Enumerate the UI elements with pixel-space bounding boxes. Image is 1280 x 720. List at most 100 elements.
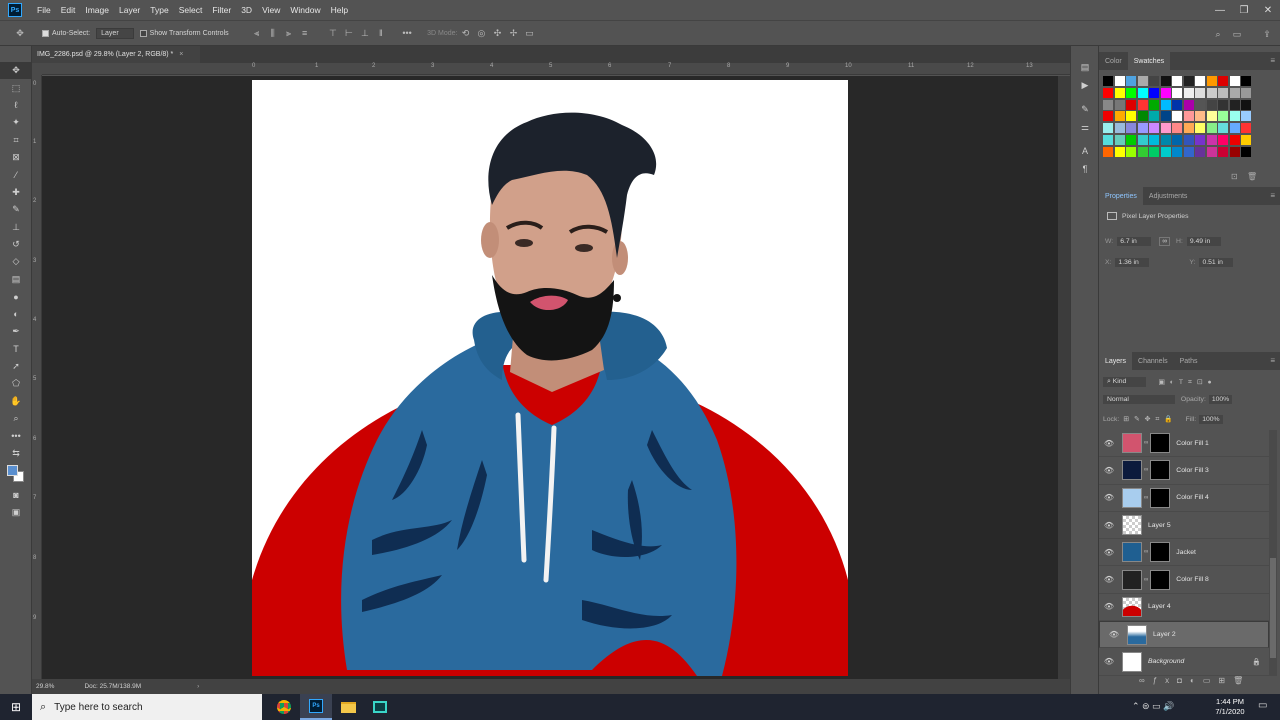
align-bottom-icon[interactable]: ⊥ <box>359 27 371 39</box>
shape-tool-icon[interactable]: ⬠ <box>0 375 32 392</box>
dodge-tool-icon[interactable]: ◐ <box>0 305 32 322</box>
swatch[interactable] <box>1195 146 1205 157</box>
layer-mask-thumbnail[interactable] <box>1150 569 1171 590</box>
actions-play-icon[interactable]: ▶ <box>1071 76 1099 94</box>
system-tray-icons[interactable]: ⌃ ⊜ ▭ 🔊 <box>1132 701 1174 712</box>
swatch[interactable] <box>1183 146 1194 157</box>
color-swatch-icon[interactable] <box>0 462 32 486</box>
y-field[interactable]: 0.51 in <box>1199 258 1234 267</box>
blur-tool-icon[interactable]: ● <box>0 288 32 305</box>
menu-view[interactable]: View <box>257 5 285 15</box>
swatch[interactable] <box>1229 99 1240 110</box>
swatch[interactable] <box>1149 76 1159 86</box>
swatch[interactable] <box>1183 135 1194 145</box>
layer-row[interactable]: 👁 Layer 5 <box>1099 512 1269 540</box>
align-right-icon[interactable]: ⫸ <box>283 27 295 39</box>
swatch[interactable] <box>1126 99 1136 110</box>
swatch[interactable] <box>1114 123 1125 134</box>
frame-tool-icon[interactable]: ⊠ <box>0 149 32 166</box>
align-top-icon[interactable]: ⊤ <box>327 27 339 39</box>
gradient-tool-icon[interactable]: ▤ <box>0 271 32 288</box>
fill-field[interactable]: 100% <box>1199 415 1223 424</box>
swatch[interactable] <box>1229 146 1240 157</box>
align-middle-icon[interactable]: ⊢ <box>343 27 355 39</box>
swatch[interactable] <box>1195 123 1205 134</box>
menu-layer[interactable]: Layer <box>114 5 145 15</box>
swatch[interactable] <box>1172 87 1182 98</box>
swatch[interactable] <box>1195 135 1205 145</box>
swatch[interactable] <box>1172 111 1182 122</box>
layer-row[interactable]: 👁 ∞ Color Fill 8 <box>1099 567 1269 594</box>
swatch[interactable] <box>1149 135 1159 145</box>
layer-row[interactable]: 👁 Layer 4 <box>1099 594 1269 622</box>
ruler-left[interactable]: 0 1 2 3 4 5 6 7 8 9 <box>32 75 42 679</box>
width-field[interactable]: 6.7 in <box>1117 237 1152 246</box>
swatch[interactable] <box>1218 99 1228 110</box>
stamp-tool-icon[interactable]: ⊥ <box>0 219 32 236</box>
visibility-eye-icon[interactable]: 👁 <box>1099 548 1119 557</box>
visibility-eye-icon[interactable]: 👁 <box>1104 630 1124 639</box>
swatch[interactable] <box>1218 76 1228 86</box>
layer-row[interactable]: 👁 ∞ Color Fill 3 <box>1099 457 1269 485</box>
swatch[interactable] <box>1160 123 1171 134</box>
tab-color[interactable]: Color <box>1099 52 1128 70</box>
visibility-eye-icon[interactable]: 👁 <box>1099 657 1119 666</box>
swatch[interactable] <box>1126 87 1136 98</box>
swatch[interactable] <box>1126 76 1136 86</box>
chrome-icon[interactable] <box>268 694 300 720</box>
swatch[interactable] <box>1160 146 1171 157</box>
visibility-eye-icon[interactable]: 👁 <box>1099 466 1119 475</box>
roll-icon[interactable]: ◎ <box>475 27 487 39</box>
path-select-tool-icon[interactable]: ➚ <box>0 358 32 375</box>
layer-row[interactable]: 👁 ∞ Jacket <box>1099 539 1269 567</box>
swatch[interactable] <box>1183 99 1194 110</box>
history-brush-icon[interactable]: ↺ <box>0 236 32 253</box>
link-icon[interactable]: ∞ <box>1159 237 1171 246</box>
restore-button[interactable]: ❐ <box>1232 0 1256 20</box>
auto-select-target-dropdown[interactable]: Layer <box>96 27 134 39</box>
eyedropper-tool-icon[interactable]: ⁄ <box>0 166 32 183</box>
marquee-tool-icon[interactable]: ⬚ <box>0 79 32 96</box>
layer-mask-thumbnail[interactable] <box>1150 433 1171 454</box>
swatch[interactable] <box>1149 123 1159 134</box>
tab-channels[interactable]: Channels <box>1132 352 1174 370</box>
menu-edit[interactable]: Edit <box>56 5 81 15</box>
history-icon[interactable]: ▤ <box>1071 58 1099 76</box>
canvas-workspace[interactable] <box>42 76 1058 679</box>
tab-paths[interactable]: Paths <box>1174 352 1204 370</box>
brush-settings-icon[interactable]: ✎ <box>1071 100 1099 118</box>
hand-tool-icon[interactable]: ✋ <box>0 392 32 409</box>
visibility-eye-icon[interactable]: 👁 <box>1099 493 1119 502</box>
swatch[interactable] <box>1206 99 1217 110</box>
swatch[interactable] <box>1160 111 1171 122</box>
swatch[interactable] <box>1183 123 1194 134</box>
swatch[interactable] <box>1103 146 1113 157</box>
visibility-eye-icon[interactable]: 👁 <box>1099 521 1119 530</box>
swatch[interactable] <box>1241 123 1251 134</box>
swatch[interactable] <box>1149 111 1159 122</box>
align-center-icon[interactable]: ⫼ <box>267 27 279 39</box>
swatch[interactable] <box>1137 123 1148 134</box>
swatch[interactable] <box>1183 76 1194 86</box>
minimize-button[interactable]: — <box>1208 0 1232 20</box>
swatch[interactable] <box>1137 99 1148 110</box>
zoom-level[interactable]: 29.8% <box>36 683 54 690</box>
menu-file[interactable]: File <box>32 5 56 15</box>
swatch[interactable] <box>1103 111 1113 122</box>
swatch[interactable] <box>1195 76 1205 86</box>
file-explorer-icon[interactable] <box>332 694 364 720</box>
layers-scrollbar[interactable] <box>1269 430 1277 676</box>
menu-help[interactable]: Help <box>326 5 353 15</box>
delete-swatch-icon[interactable]: 🗑 <box>1247 172 1257 181</box>
menu-image[interactable]: Image <box>80 5 114 15</box>
move-tool-icon[interactable]: ✥ <box>0 62 32 80</box>
visibility-eye-icon[interactable]: 👁 <box>1099 439 1119 448</box>
swatch[interactable] <box>1218 135 1228 145</box>
tab-layers[interactable]: Layers <box>1099 352 1133 370</box>
swatch[interactable] <box>1137 87 1148 98</box>
swatch[interactable] <box>1206 135 1217 145</box>
lock-icons[interactable]: ⊞✎✥⌗🔒 <box>1123 415 1177 424</box>
type-tool-icon[interactable]: T <box>0 340 32 357</box>
menu-filter[interactable]: Filter <box>207 5 236 15</box>
swatch[interactable] <box>1241 111 1251 122</box>
